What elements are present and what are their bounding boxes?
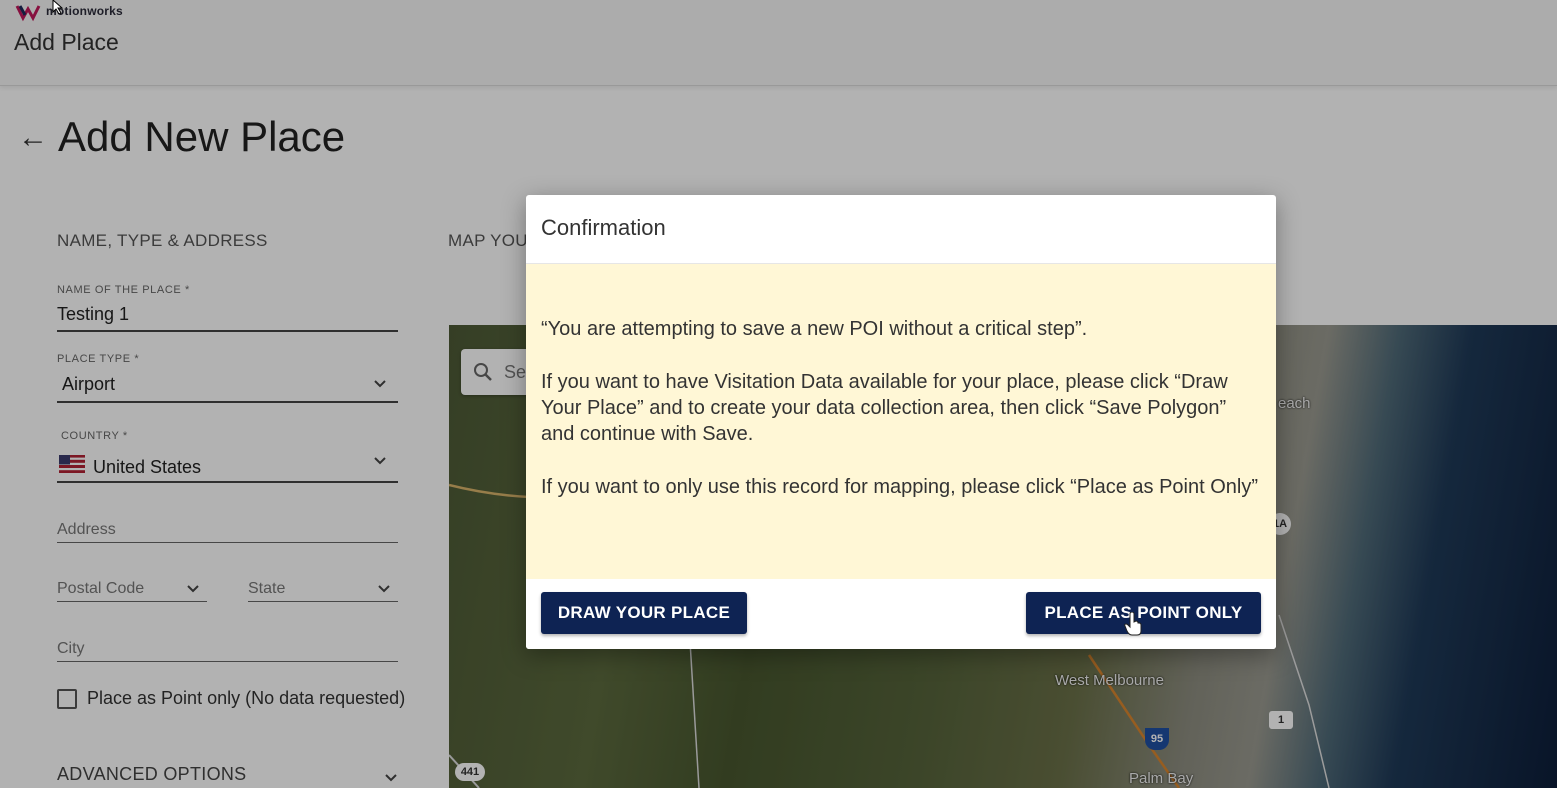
dialog-header: Confirmation	[526, 195, 1276, 264]
dialog-message-warning: “You are attempting to save a new POI wi…	[541, 318, 1088, 340]
dialog-title: Confirmation	[541, 215, 666, 240]
dialog-body: “You are attempting to save a new POI wi…	[526, 264, 1276, 579]
dialog-footer: DRAW YOUR PLACE PLACE AS POINT ONLY	[526, 579, 1276, 649]
draw-your-place-button[interactable]: DRAW YOUR PLACE	[541, 592, 747, 634]
dialog-message-point: If you want to only use this record for …	[541, 476, 1259, 498]
confirmation-dialog: Confirmation “You are attempting to save…	[526, 195, 1276, 649]
dialog-message-draw: If you want to have Visitation Data avai…	[541, 371, 1228, 445]
place-as-point-only-button[interactable]: PLACE AS POINT ONLY	[1026, 592, 1261, 634]
arrow-cursor-icon	[52, 0, 64, 14]
hand-cursor-icon	[1124, 612, 1142, 636]
